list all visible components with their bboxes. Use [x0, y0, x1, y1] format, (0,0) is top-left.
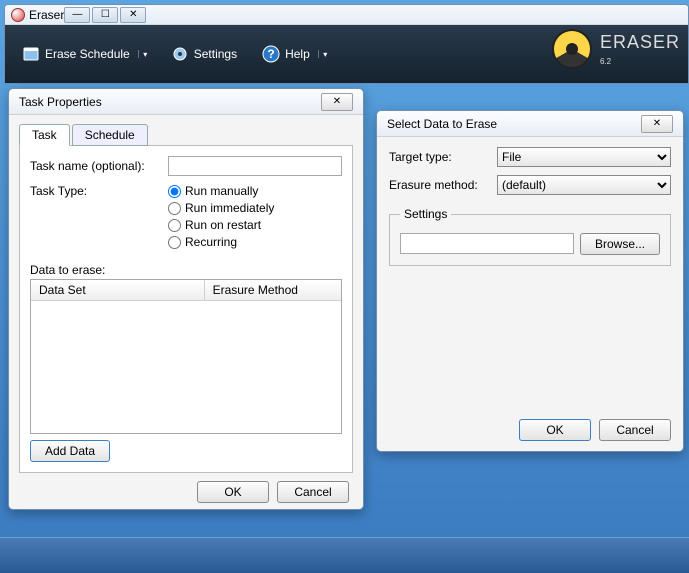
- brand-logo: ERASER 6.2: [552, 29, 680, 69]
- task-properties-dialog: Task Properties ✕ Task Schedule Task nam…: [8, 88, 364, 510]
- chevron-down-icon: ▾: [318, 50, 326, 58]
- tabs: Task Schedule: [19, 124, 353, 146]
- col-dataset[interactable]: Data Set: [31, 280, 205, 300]
- radio-run-immediately-label: Run immediately: [185, 201, 274, 215]
- target-type-label: Target type:: [389, 150, 489, 164]
- erasure-method-select[interactable]: (default): [497, 175, 671, 195]
- task-type-label: Task Type:: [30, 184, 160, 198]
- maximize-button[interactable]: ☐: [92, 7, 118, 23]
- settings-fieldset: Settings Browse...: [389, 207, 671, 266]
- settings-label: Settings: [194, 47, 237, 61]
- app-close-button[interactable]: ✕: [120, 7, 146, 23]
- ok-button[interactable]: OK: [197, 481, 269, 503]
- erasure-method-label: Erasure method:: [389, 178, 489, 192]
- help-menu[interactable]: ? Help ▾: [255, 40, 332, 68]
- settings-legend: Settings: [400, 207, 451, 221]
- brand-name: ERASER: [600, 32, 680, 53]
- radiation-icon: [552, 29, 592, 69]
- data-to-erase-label: Data to erase:: [30, 263, 342, 277]
- list-header: Data Set Erasure Method: [31, 280, 341, 301]
- task-name-input[interactable]: [168, 156, 342, 176]
- gear-icon: [170, 44, 190, 64]
- app-title: Eraser: [29, 8, 64, 22]
- radio-run-on-restart[interactable]: [168, 219, 181, 232]
- brand-version: 6.2: [600, 57, 611, 66]
- radio-recurring-label: Recurring: [185, 235, 237, 249]
- tab-schedule[interactable]: Schedule: [72, 124, 148, 146]
- taskbar[interactable]: [0, 537, 689, 573]
- dialog-title: Task Properties: [19, 95, 321, 109]
- help-icon: ?: [261, 44, 281, 64]
- select-data-dialog: Select Data to Erase ✕ Target type: File…: [376, 110, 684, 452]
- radio-recurring[interactable]: [168, 236, 181, 249]
- close-button[interactable]: ✕: [321, 93, 353, 111]
- chevron-down-icon: ▾: [138, 50, 146, 58]
- radio-run-on-restart-label: Run on restart: [185, 218, 261, 232]
- browse-button[interactable]: Browse...: [580, 233, 660, 255]
- cancel-button[interactable]: Cancel: [599, 419, 671, 441]
- tab-task[interactable]: Task: [19, 124, 70, 146]
- path-input[interactable]: [400, 233, 574, 254]
- toolbar: Erase Schedule ▾ Settings ? Help ▾ ERASE…: [5, 25, 688, 83]
- app-icon: [11, 8, 25, 22]
- task-name-label: Task name (optional):: [30, 159, 160, 173]
- add-data-button[interactable]: Add Data: [30, 440, 110, 462]
- cancel-button[interactable]: Cancel: [277, 481, 349, 503]
- minimize-button[interactable]: —: [64, 7, 90, 23]
- dialog-title: Select Data to Erase: [387, 117, 641, 131]
- radio-run-immediately[interactable]: [168, 202, 181, 215]
- titlebar: Eraser — ☐ ✕: [5, 5, 688, 25]
- main-window: Eraser — ☐ ✕ Erase Schedule ▾ Settings ?…: [4, 4, 689, 84]
- calendar-icon: [21, 44, 41, 64]
- dialog-titlebar: Select Data to Erase ✕: [377, 111, 683, 137]
- target-type-select[interactable]: File: [497, 147, 671, 167]
- svg-text:?: ?: [267, 47, 274, 61]
- data-list[interactable]: Data Set Erasure Method: [30, 279, 342, 434]
- dialog-titlebar: Task Properties ✕: [9, 89, 363, 115]
- help-label: Help: [285, 47, 310, 61]
- close-button[interactable]: ✕: [641, 115, 673, 133]
- ok-button[interactable]: OK: [519, 419, 591, 441]
- erase-schedule-label: Erase Schedule: [45, 47, 130, 61]
- settings-menu[interactable]: Settings: [164, 40, 243, 68]
- radio-run-manually[interactable]: [168, 185, 181, 198]
- erase-schedule-menu[interactable]: Erase Schedule ▾: [15, 40, 152, 68]
- col-method[interactable]: Erasure Method: [205, 280, 341, 300]
- tab-panel-task: Task name (optional): Task Type: Run man…: [19, 145, 353, 473]
- radio-run-manually-label: Run manually: [185, 184, 258, 198]
